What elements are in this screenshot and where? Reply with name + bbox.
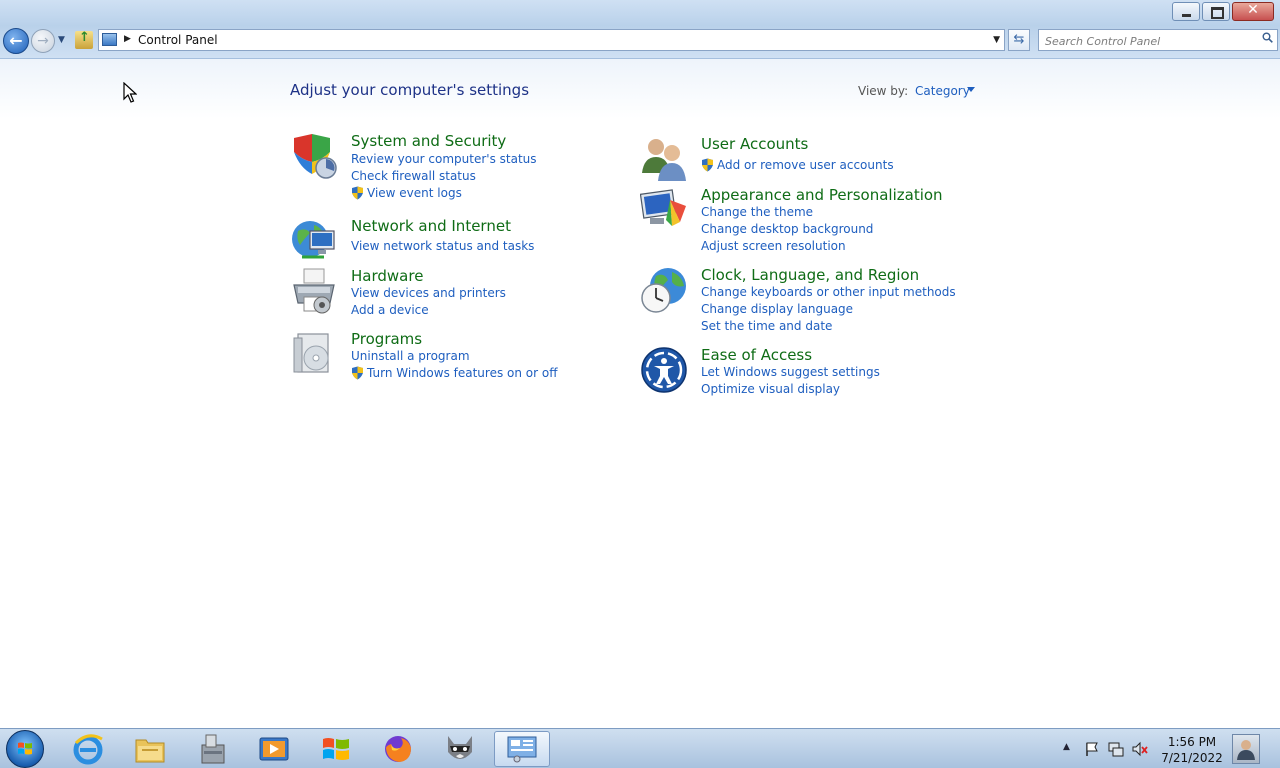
start-button[interactable] — [6, 730, 44, 768]
category-title-system-and-security[interactable]: System and Security — [351, 132, 506, 150]
uac-shield-icon — [352, 186, 363, 200]
back-button[interactable]: ← — [3, 28, 29, 54]
network-globe-icon[interactable] — [290, 217, 338, 265]
taskbar-archive-tool[interactable] — [184, 731, 240, 767]
shield-security-icon[interactable] — [290, 132, 338, 180]
arrow-right-icon: → — [37, 33, 49, 49]
link-check-firewall-status[interactable]: Check firewall status — [351, 169, 476, 183]
media-player-icon — [259, 737, 289, 761]
system-clock[interactable]: 1:56 PM 7/21/2022 — [1160, 734, 1224, 766]
refresh-button[interactable]: ⇆ — [1008, 29, 1030, 51]
link-set-time-and-date[interactable]: Set the time and date — [701, 319, 832, 333]
programs-disc-icon[interactable] — [290, 330, 338, 378]
show-desktop-user-avatar[interactable] — [1232, 734, 1260, 764]
windows-flag-icon — [323, 738, 349, 760]
link-add-a-device[interactable]: Add a device — [351, 303, 429, 317]
forward-button[interactable]: → — [31, 29, 55, 53]
address-history-dropdown-icon[interactable]: ▼ — [993, 35, 1000, 45]
avatar-person-icon — [1237, 740, 1255, 760]
refresh-icon: ⇆ — [1013, 32, 1025, 47]
link-review-computer-status[interactable]: Review your computer's status — [351, 152, 537, 166]
breadcrumb-control-panel[interactable]: Control Panel — [138, 33, 218, 47]
link-view-event-logs[interactable]: View event logs — [367, 186, 462, 200]
taskbar-raccoon-app[interactable] — [432, 731, 488, 767]
category-title-network-and-internet[interactable]: Network and Internet — [351, 217, 511, 235]
category-title-clock-language-and-region[interactable]: Clock, Language, and Region — [701, 266, 919, 284]
taskbar-media-player[interactable] — [246, 731, 302, 767]
control-panel-icon — [507, 736, 537, 763]
action-center-flag-icon[interactable] — [1084, 741, 1100, 757]
arrow-left-icon: ← — [9, 31, 23, 50]
address-bar[interactable]: ▶ Control Panel ▼ — [98, 29, 1005, 51]
window-controls: ✕ — [1170, 2, 1274, 21]
clock-date: 7/21/2022 — [1161, 751, 1223, 765]
minimize-button[interactable] — [1172, 2, 1200, 21]
link-change-the-theme[interactable]: Change the theme — [701, 205, 813, 219]
taskbar-control-panel[interactable] — [494, 731, 550, 767]
link-change-desktop-background[interactable]: Change desktop background — [701, 222, 873, 236]
navigation-bar: ← → ▼ ▶ Control Panel ▼ ⇆ — [0, 26, 1280, 59]
search-box[interactable] — [1038, 29, 1278, 51]
firefox-icon — [385, 736, 411, 762]
view-by-label: View by: — [858, 84, 909, 98]
raccoon-app-icon — [448, 736, 472, 759]
link-view-network-status[interactable]: View network status and tasks — [351, 239, 534, 253]
close-button[interactable]: ✕ — [1232, 2, 1274, 21]
recent-pages-dropdown-icon[interactable]: ▼ — [58, 35, 65, 45]
breadcrumb-separator-icon[interactable]: ▶ — [124, 34, 131, 44]
minimize-icon — [1182, 14, 1191, 17]
ease-of-access-icon[interactable] — [640, 346, 688, 394]
file-explorer-icon — [135, 739, 165, 763]
view-by-dropdown[interactable]: Category — [915, 84, 970, 98]
archive-tool-icon — [201, 734, 225, 764]
clock-globe-icon[interactable] — [640, 266, 688, 314]
category-title-programs[interactable]: Programs — [351, 330, 422, 348]
window-title-bar: ✕ — [0, 0, 1280, 26]
link-let-windows-suggest-settings[interactable]: Let Windows suggest settings — [701, 365, 880, 379]
volume-muted-icon[interactable] — [1132, 741, 1148, 757]
taskbar-windows-flag[interactable] — [308, 731, 364, 767]
link-optimize-visual-display[interactable]: Optimize visual display — [701, 382, 840, 396]
taskbar-firefox[interactable] — [370, 731, 426, 767]
uac-shield-icon — [702, 158, 713, 172]
internet-explorer-icon — [73, 734, 103, 765]
link-uninstall-a-program[interactable]: Uninstall a program — [351, 349, 470, 363]
link-turn-windows-features[interactable]: Turn Windows features on or off — [367, 366, 558, 380]
taskbar: ▲ 1:56 PM 7/21/2022 — [0, 728, 1280, 768]
taskbar-file-explorer[interactable] — [122, 731, 178, 767]
show-hidden-icons-button[interactable]: ▲ — [1063, 742, 1070, 752]
search-icon[interactable] — [1262, 32, 1273, 43]
monitor-palette-icon[interactable] — [640, 186, 688, 234]
view-by-chevron-down-icon[interactable] — [967, 87, 975, 92]
link-change-display-language[interactable]: Change display language — [701, 302, 853, 316]
link-change-keyboards[interactable]: Change keyboards or other input methods — [701, 285, 956, 299]
close-icon: ✕ — [1247, 2, 1259, 18]
restore-icon — [1211, 7, 1224, 19]
network-icon[interactable] — [1108, 741, 1124, 757]
link-adjust-screen-resolution[interactable]: Adjust screen resolution — [701, 239, 846, 253]
link-view-devices-and-printers[interactable]: View devices and printers — [351, 286, 506, 300]
category-title-hardware[interactable]: Hardware — [351, 267, 423, 285]
maximize-button[interactable] — [1202, 2, 1230, 21]
clock-time: 1:56 PM — [1167, 735, 1217, 749]
control-panel-small-icon — [102, 33, 117, 46]
printer-icon[interactable] — [290, 267, 338, 315]
mouse-cursor-icon — [123, 82, 137, 103]
link-add-remove-user-accounts[interactable]: Add or remove user accounts — [717, 158, 894, 172]
category-title-ease-of-access[interactable]: Ease of Access — [701, 346, 812, 364]
category-title-appearance-and-personalization[interactable]: Appearance and Personalization — [701, 186, 943, 204]
taskbar-internet-explorer[interactable] — [60, 731, 116, 767]
windows-logo-icon — [18, 742, 32, 755]
control-panel-content: Adjust your computer's settings View by:… — [0, 59, 1280, 728]
category-title-user-accounts[interactable]: User Accounts — [701, 135, 808, 153]
users-icon[interactable] — [640, 135, 688, 183]
uac-shield-icon — [352, 366, 363, 380]
up-folder-icon[interactable] — [75, 30, 93, 49]
search-input[interactable] — [1043, 32, 1257, 50]
page-title: Adjust your computer's settings — [290, 81, 530, 99]
